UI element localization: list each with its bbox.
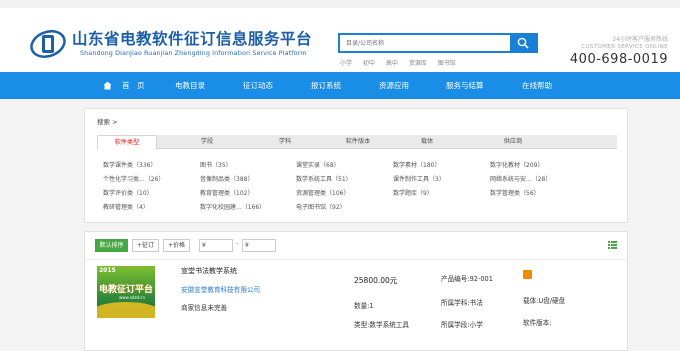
product-code: 产品编号:92-001: [441, 275, 493, 283]
merchant-badge-icon: [523, 270, 532, 279]
product-company[interactable]: 安徽宣堂教育科技有限公司: [181, 284, 260, 294]
search-button[interactable]: [510, 35, 536, 51]
main-nav: 首 页 电教目录 征订动态 报订系统 资源应用 服务与结算 在线帮助: [0, 72, 680, 99]
sort-price-button[interactable]: +价格: [163, 239, 190, 252]
category-link[interactable]: 课件制作工具（3）: [393, 174, 445, 183]
hot-word-link[interactable]: 资源库: [409, 60, 427, 67]
category-link[interactable]: 个性化学习类...（26）: [103, 174, 164, 183]
search-box: [338, 33, 538, 53]
hot-search-words: 小学 初中 高中 资源库 图书馆: [340, 58, 465, 67]
product-name[interactable]: 宣堂书法教学系统: [181, 266, 237, 276]
image-url: www.sdzd.cn: [119, 295, 145, 300]
product-type: 类型:数学系统工具: [354, 321, 409, 329]
divider: [85, 259, 627, 260]
category-link[interactable]: 数学管理类（56）: [490, 188, 540, 197]
price-range-separator: -: [236, 240, 239, 247]
nav-resources[interactable]: 资源应用: [379, 72, 409, 99]
product-image[interactable]: 2015 电教征订平台 www.sdzd.cn: [97, 266, 155, 318]
price-min-input[interactable]: ¥: [199, 239, 233, 252]
platform-logo-icon[interactable]: [30, 26, 66, 62]
product-stage: 所属学段:小学: [441, 321, 483, 329]
tab-subject[interactable]: 学科: [255, 135, 315, 149]
nav-service-settlement[interactable]: 服务与结算: [446, 72, 484, 99]
hotline-number: 400-698-0019: [569, 52, 668, 67]
nav-news[interactable]: 征订动态: [243, 72, 273, 99]
tab-carrier[interactable]: 载体: [397, 135, 457, 149]
hotline-label-en: CUSTOMER SERVICE ONLINE: [581, 44, 668, 50]
product-subject: 所属学科:书法: [441, 299, 483, 307]
filter-panel: 搜索 > 软件类型 学段 学科 软件版本 载体 供应商 数学课件类（336） 图…: [84, 108, 628, 223]
category-link[interactable]: 数学评价类（10）: [103, 188, 153, 197]
site-header: 山东省电教软件征订信息服务平台 Shandong Dianjiao Ruanji…: [0, 8, 680, 72]
category-link[interactable]: 资源管理类（106）: [296, 188, 349, 197]
hot-word-link[interactable]: 初中: [363, 60, 375, 67]
nav-catalog[interactable]: 电教目录: [175, 72, 205, 99]
home-icon: [103, 81, 112, 90]
category-link[interactable]: 网络系统与安...（28）: [490, 174, 551, 183]
product-version: 软件版本:: [523, 319, 552, 327]
category-link[interactable]: 教研管理类（4）: [103, 202, 149, 211]
search-input[interactable]: [340, 35, 512, 51]
category-link[interactable]: 数学系统工具（51）: [296, 174, 352, 183]
search-icon: [517, 37, 529, 49]
hot-word-link[interactable]: 小学: [340, 60, 352, 67]
breadcrumb: 搜索 >: [97, 118, 118, 126]
top-strip: [0, 0, 680, 8]
product-quantity: 数量:1: [354, 302, 374, 310]
category-link[interactable]: 教育管理类（102）: [200, 188, 253, 197]
category-link[interactable]: 课堂实录（68）: [296, 160, 340, 169]
platform-subtitle: Shandong Dianjiao Ruanjian Zhengding Inf…: [80, 49, 307, 57]
nav-home[interactable]: 首 页: [122, 72, 145, 99]
product-list: 默认排序 +征订 +价格 ¥ - ¥ 2015 电教征订平台 www.sdzd.…: [84, 231, 628, 351]
image-year: 2015: [99, 267, 116, 274]
category-link[interactable]: 图书（35）: [200, 160, 232, 169]
sort-default-button[interactable]: 默认排序: [95, 239, 128, 252]
category-link[interactable]: 音像制品类（388）: [200, 174, 253, 183]
nav-help[interactable]: 在线帮助: [522, 72, 552, 99]
tab-stage[interactable]: 学段: [177, 135, 237, 149]
product-carrier: 载体:U盘/硬盘: [523, 297, 566, 305]
filter-tabs: 软件类型 学段 学科 软件版本 载体 供应商: [97, 135, 617, 150]
hot-word-link[interactable]: 图书馆: [438, 60, 456, 67]
category-link[interactable]: 数字化校园建...（166）: [200, 202, 265, 211]
price-max-input[interactable]: ¥: [242, 239, 276, 252]
list-view-icon[interactable]: [608, 241, 617, 249]
platform-title[interactable]: 山东省电教软件征订信息服务平台: [72, 27, 312, 49]
sort-sales-button[interactable]: +征订: [132, 239, 159, 252]
category-link[interactable]: 数学课件类（336）: [103, 160, 156, 169]
customer-hotline: 24小时客户服务热线 CUSTOMER SERVICE ONLINE 400-6…: [570, 34, 668, 67]
tab-version[interactable]: 软件版本: [328, 135, 388, 149]
sort-price-label: 价格: [173, 242, 186, 249]
image-swoosh: [97, 302, 155, 318]
sort-sales-label: 征订: [142, 242, 155, 249]
category-link[interactable]: 数学素材（180）: [393, 160, 440, 169]
product-price: 25800.00元: [354, 276, 398, 285]
hotline-label: 24小时客户服务热线: [612, 36, 668, 43]
category-link[interactable]: 数学题库（9）: [393, 188, 433, 197]
category-link[interactable]: 数字化教材（209）: [490, 160, 543, 169]
merchant-info: 商家信息未完善: [181, 304, 228, 312]
nav-order-system[interactable]: 报订系统: [311, 72, 341, 99]
tab-supplier[interactable]: 供应商: [483, 135, 543, 149]
category-link[interactable]: 电子图书馆（92）: [296, 202, 346, 211]
hot-word-link[interactable]: 高中: [386, 60, 398, 67]
tab-software-type[interactable]: 软件类型: [97, 135, 157, 150]
image-brand: 电教征订平台: [99, 285, 154, 295]
